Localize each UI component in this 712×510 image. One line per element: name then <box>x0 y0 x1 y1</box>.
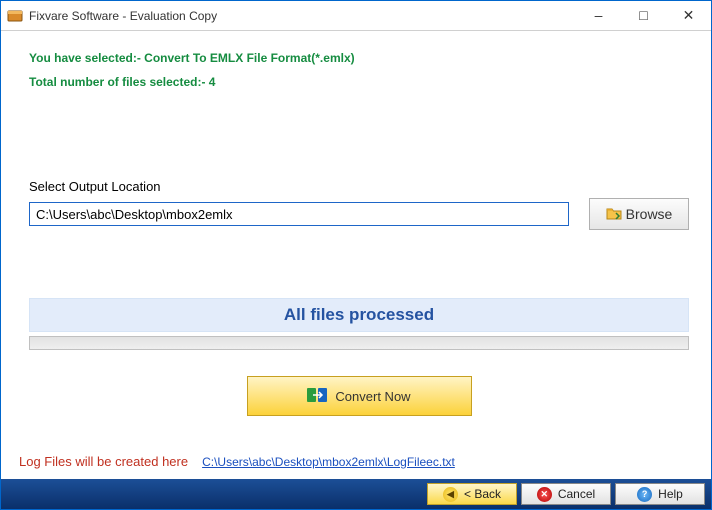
app-icon <box>7 8 23 24</box>
output-path-input[interactable] <box>29 202 569 226</box>
bottom-nav-bar: ◀ < Back ✕ Cancel ? Help <box>1 479 711 509</box>
output-row: Browse <box>29 198 689 230</box>
selected-format-label: You have selected:- Convert To EMLX File… <box>29 51 689 65</box>
window-title: Fixvare Software - Evaluation Copy <box>29 9 576 23</box>
titlebar: Fixvare Software - Evaluation Copy – □ ✕ <box>1 1 711 31</box>
progress-bar <box>29 336 689 350</box>
close-button[interactable]: ✕ <box>666 1 711 29</box>
help-icon: ? <box>637 487 652 502</box>
convert-now-button[interactable]: Convert Now <box>247 376 472 416</box>
log-row: Log Files will be created here C:\Users\… <box>19 454 455 469</box>
browse-button-label: Browse <box>626 206 673 222</box>
back-button-label: < Back <box>464 487 501 501</box>
convert-row: Convert Now <box>29 376 689 416</box>
status-block: All files processed <box>29 298 689 350</box>
maximize-button[interactable]: □ <box>621 1 666 29</box>
back-button[interactable]: ◀ < Back <box>427 483 517 505</box>
minimize-button[interactable]: – <box>576 1 621 29</box>
output-location-label: Select Output Location <box>29 179 689 194</box>
cancel-button[interactable]: ✕ Cancel <box>521 483 611 505</box>
back-arrow-icon: ◀ <box>443 487 458 502</box>
cancel-button-label: Cancel <box>558 487 595 501</box>
log-file-link[interactable]: C:\Users\abc\Desktop\mbox2emlx\LogFileec… <box>202 455 455 469</box>
convert-icon <box>307 386 327 407</box>
help-button[interactable]: ? Help <box>615 483 705 505</box>
help-button-label: Help <box>658 487 683 501</box>
cancel-icon: ✕ <box>537 487 552 502</box>
content-area: You have selected:- Convert To EMLX File… <box>1 31 711 479</box>
convert-button-label: Convert Now <box>335 389 410 404</box>
status-message: All files processed <box>29 298 689 332</box>
browse-button[interactable]: Browse <box>589 198 689 230</box>
folder-icon <box>606 206 622 223</box>
log-label: Log Files will be created here <box>19 454 188 469</box>
total-files-label: Total number of files selected:- 4 <box>29 75 689 89</box>
window-controls: – □ ✕ <box>576 1 711 30</box>
application-window: Fixvare Software - Evaluation Copy – □ ✕… <box>0 0 712 510</box>
